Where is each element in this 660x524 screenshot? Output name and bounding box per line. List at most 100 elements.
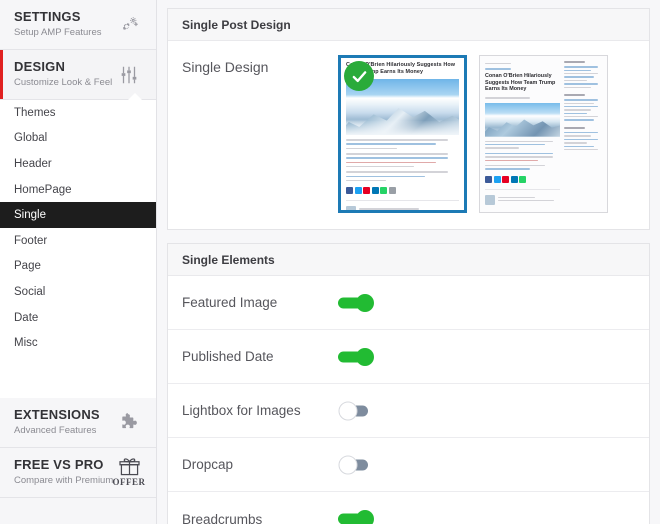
sidebar-item-label: HomePage <box>14 183 72 196</box>
preview-text-line <box>564 105 599 108</box>
sidebar-item-header[interactable]: Header <box>0 151 156 177</box>
design-thumbnail-single-column[interactable]: Conan O'Brien Hilariously Suggests How T… <box>338 55 467 213</box>
social-twitter-icon <box>493 175 501 183</box>
sidebar-item-global[interactable]: Global <box>0 125 156 152</box>
preview-text-line <box>564 99 599 101</box>
social-pinterest-icon <box>502 175 510 183</box>
sidebar-item-label: Page <box>14 260 41 273</box>
sidebar-item-label: Footer <box>14 234 48 247</box>
panel-header-single-post-design: Single Post Design <box>168 9 649 41</box>
preview-text-line <box>564 69 591 71</box>
preview-text-line <box>485 140 553 142</box>
preview-text-line <box>564 132 599 134</box>
control-featured-image <box>338 293 635 313</box>
preview-widget <box>564 126 602 151</box>
preview-text-line <box>346 157 448 159</box>
label-lightbox-for-images: Lightbox for Images <box>182 403 301 418</box>
sidebar-bottom-fill <box>0 497 156 524</box>
preview-text-line <box>564 138 599 141</box>
design-thumbnail-list: Conan O'Brien Hilariously Suggests How T… <box>338 55 608 213</box>
preview-text-line <box>485 152 553 155</box>
preview-meta-line <box>485 97 530 99</box>
preview-text-line <box>359 212 439 213</box>
preview-text-line <box>346 143 437 145</box>
gears-icon <box>114 10 144 40</box>
amp-settings-app: SETTINGS Setup AMP Features DESIGN Custo… <box>0 0 660 524</box>
sidebar-item-page[interactable]: Page <box>0 253 156 280</box>
sidebar-item-single[interactable]: Single <box>0 202 156 228</box>
preview-featured-image <box>485 102 560 137</box>
label-breadcrumbs: Breadcrumbs <box>182 511 263 524</box>
toggle-published-date[interactable] <box>338 347 376 367</box>
offer-badge: OFFER <box>112 477 146 488</box>
sidebar-item-label: Date <box>14 311 39 324</box>
preview-text-line <box>485 159 538 161</box>
sidebar-item-misc[interactable]: Misc <box>0 330 156 356</box>
preview-widget-title <box>564 126 585 130</box>
preview-text-line <box>346 147 397 150</box>
preview-sidebar-column <box>564 61 602 207</box>
preview-text-line <box>564 79 587 82</box>
preview-text-line <box>346 153 448 155</box>
sidebar-item-footer[interactable]: Footer <box>0 227 156 254</box>
preview-text-line <box>485 156 553 158</box>
row-featured-image: Featured Image <box>168 276 649 330</box>
preview-text-line <box>564 145 595 147</box>
preview-text-line <box>564 116 599 118</box>
active-group-accent-bar <box>0 50 3 99</box>
sidebar-group-extensions-title: EXTENSIONS <box>14 406 100 422</box>
social-linkedin-icon <box>371 187 379 195</box>
toggle-dropcap[interactable] <box>338 455 376 475</box>
label-dropcap: Dropcap <box>182 457 234 472</box>
preview-text-line <box>346 161 437 164</box>
preview-text-line <box>564 109 591 111</box>
preview-text-line <box>564 102 595 104</box>
puzzle-icon <box>114 407 144 437</box>
sidebar-group-settings-title: SETTINGS <box>14 9 81 24</box>
preview-author-lines <box>498 195 560 202</box>
preview-text-line <box>346 139 448 141</box>
social-facebook-icon <box>485 175 492 183</box>
sidebar-group-extensions[interactable]: EXTENSIONS Advanced Features <box>0 397 156 448</box>
single-design-options: Conan O'Brien Hilariously Suggests How T… <box>338 55 635 213</box>
row-lightbox-for-images: Lightbox for Images <box>168 384 649 438</box>
design-thumbnail-two-column[interactable]: Conan O'Brien Hilariously Suggests How T… <box>479 55 608 213</box>
preview-paragraph-2 <box>346 153 459 168</box>
sidebar-group-design-subtitle: Customize Look & Feel <box>14 77 113 88</box>
preview-paragraph-1 <box>485 140 560 149</box>
control-lightbox-for-images <box>338 401 635 421</box>
preview-widget-title <box>564 93 585 97</box>
sidebar-group-settings[interactable]: SETTINGS Setup AMP Features <box>0 0 156 50</box>
sidebar-group-free-vs-pro-subtitle: Compare with Premium <box>14 474 114 486</box>
panel-body-single-elements: Featured Image Published Date Lightbox f… <box>168 276 649 524</box>
sidebar-item-homepage[interactable]: HomePage <box>0 176 156 203</box>
label-featured-image: Featured Image <box>182 295 278 310</box>
preview-social-icons <box>485 175 560 183</box>
preview-widget <box>564 61 602 88</box>
sidebar-group-settings-subtitle: Setup AMP Features <box>14 27 102 38</box>
toggle-featured-image[interactable] <box>338 293 376 313</box>
sidebar-item-social[interactable]: Social <box>0 279 156 305</box>
row-dropcap: Dropcap <box>168 438 649 492</box>
panel-single-elements: Single Elements Featured Image Published… <box>167 243 650 524</box>
toggle-breadcrumbs[interactable] <box>338 509 376 524</box>
preview-text-line <box>346 171 448 173</box>
preview-text-line <box>485 147 519 149</box>
social-facebook-icon <box>346 187 353 195</box>
toggle-lightbox-for-images[interactable] <box>338 401 376 421</box>
sidebar-item-themes[interactable]: Themes <box>0 100 156 126</box>
sidebar-group-free-vs-pro[interactable]: FREE VS PRO Compare with Premium OFFER <box>0 447 156 498</box>
preview-text-line <box>485 143 545 146</box>
sidebar-item-label: Single <box>14 209 46 222</box>
preview-text-line <box>564 76 595 78</box>
row-single-design: Single Design Conan O'Brien Hilariously … <box>168 41 649 229</box>
sidebar-item-label: Social <box>14 285 46 298</box>
social-whatsapp-icon <box>519 175 527 183</box>
preview-text-line <box>359 208 419 210</box>
sidebar-group-design[interactable]: DESIGN Customize Look & Feel <box>0 50 156 100</box>
selected-check-icon <box>344 61 374 91</box>
control-dropcap <box>338 455 635 475</box>
preview-text-line <box>346 165 414 168</box>
social-twitter-icon <box>354 187 362 195</box>
sidebar-item-date[interactable]: Date <box>0 304 156 331</box>
